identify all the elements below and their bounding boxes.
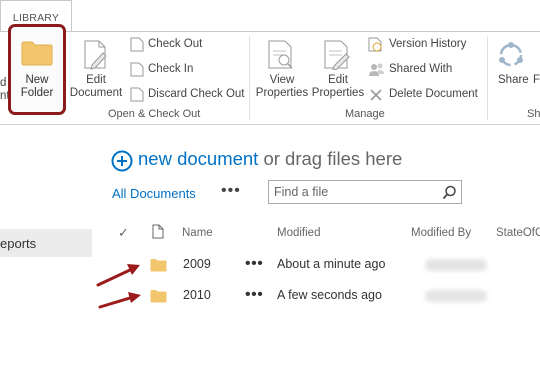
row-name-link[interactable]: 2010 [183,288,211,302]
left-nav-item-label: eports [0,236,37,251]
column-header-modified-by[interactable]: Modified By [411,227,471,239]
arrow-icon [96,264,140,287]
group-label-open-check-out: Open & Check Out [108,108,201,120]
group-label-partial: Sh [527,108,540,120]
row-modified: About a minute ago [277,257,386,271]
view-properties-button[interactable]: View Properties [254,38,310,102]
shared-with-label: Shared With [389,63,453,75]
column-header-state[interactable]: StateOfC [496,227,540,239]
edit-document-button[interactable]: Edit Document [68,38,124,102]
partial-button-label[interactable]: F [533,74,540,87]
people-icon [369,63,384,76]
share-button[interactable]: Share [492,38,532,102]
delete-document-button[interactable]: Delete Document [366,86,478,103]
view-menu-button[interactable]: ••• [221,182,241,200]
new-folder-label-2: Folder [20,87,54,99]
plus-circle-icon[interactable] [111,150,133,172]
ribbon-tab-strip: LIBRARY [0,0,540,32]
check-in-button[interactable]: Check In [128,61,248,78]
search-box[interactable] [268,180,462,204]
version-history-icon [368,37,382,52]
version-history-label: Version History [389,38,467,50]
row-menu-button[interactable]: ••• [245,286,263,304]
edit-properties-icon [324,40,350,70]
new-folder-label-1: New [25,74,49,86]
new-folder-button[interactable]: New Folder [8,24,66,115]
table-row[interactable]: 2009 ••• About a minute ago [100,252,540,278]
file-type-icon [152,224,164,239]
edit-document-icon [84,40,107,70]
new-document-prompt: new document or drag files here [111,148,403,172]
group-label-manage: Manage [345,108,385,120]
arrow-icon [98,292,141,309]
annotation-arrows [96,264,141,309]
row-name-link[interactable]: 2009 [183,257,211,271]
view-properties-icon [268,40,293,69]
discard-check-out-icon [130,87,144,102]
edit-properties-label-1: Edit [328,74,348,86]
row-menu-button[interactable]: ••• [245,255,263,273]
view-all-documents[interactable]: All Documents [112,186,196,201]
column-header-name[interactable]: Name [182,227,213,239]
discard-check-out-button[interactable]: Discard Check Out [128,86,245,103]
folder-icon [150,290,167,303]
view-properties-label-2: Properties [255,87,309,99]
view-properties-label-1: View [269,74,295,86]
table-row[interactable]: 2010 ••• A few seconds ago [100,283,540,309]
drag-files-text: or drag files here [258,148,403,169]
folder-icon [150,259,167,272]
discard-check-out-label: Discard Check Out [148,88,245,100]
row-modified-by-redacted [425,290,487,302]
column-header-modified[interactable]: Modified [277,227,320,239]
share-icon [499,42,523,67]
delete-icon [370,89,382,101]
row-modified-by-redacted [425,259,487,271]
search-icon[interactable] [442,185,457,200]
edit-properties-button[interactable]: Edit Properties [310,38,366,102]
row-modified: A few seconds ago [277,288,382,302]
check-out-button[interactable]: Check Out [128,36,248,53]
check-out-label: Check Out [148,38,203,50]
edit-document-label-1: Edit [86,74,106,86]
version-history-button[interactable]: Version History [366,36,478,53]
delete-document-label: Delete Document [389,88,478,100]
shared-with-button[interactable]: Shared With [366,61,478,78]
check-in-label: Check In [148,63,194,75]
partial-button-label-1[interactable]: d [0,77,6,90]
check-in-icon [130,62,144,77]
folder-icon [21,41,53,66]
ribbon-divider [487,36,488,120]
new-document-link[interactable]: new document [138,148,258,169]
select-all-checkmark[interactable]: ✓ [118,225,129,241]
search-input[interactable] [274,184,434,200]
edit-properties-label-2: Properties [311,87,365,99]
ribbon-divider [249,36,250,120]
edit-document-label-2: Document [69,87,123,99]
check-out-icon [130,37,144,52]
left-nav-item-reports[interactable]: eports [0,229,92,257]
share-label: Share [498,74,529,86]
